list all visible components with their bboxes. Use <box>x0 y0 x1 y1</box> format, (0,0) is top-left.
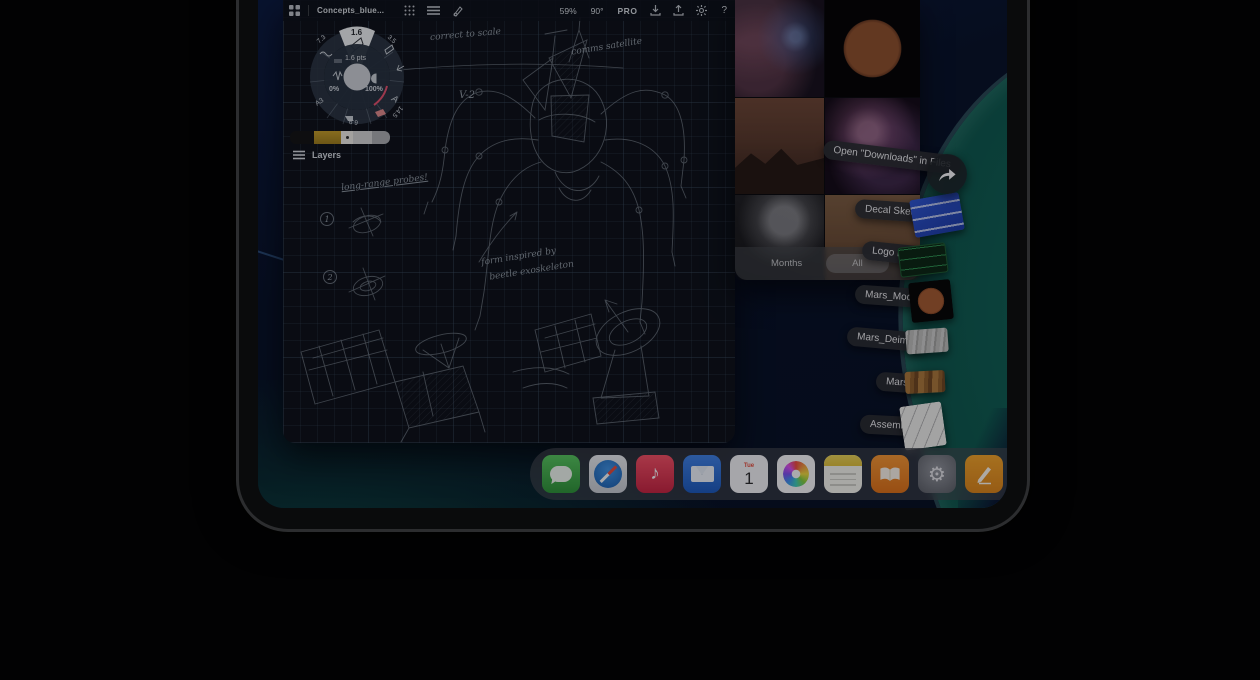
export-icon[interactable] <box>673 5 684 16</box>
dock-app-books[interactable] <box>871 455 909 493</box>
notes-lines-icon <box>824 466 862 493</box>
gallery-grid-icon[interactable] <box>289 5 300 16</box>
selection-pen-icon[interactable] <box>452 5 464 17</box>
concepts-app-window: correct to scale comms satellite V-2 lon… <box>283 0 735 443</box>
swatch-active[interactable] <box>341 131 353 144</box>
concepts-toolbar: Concepts_blue... 59% 90° PRO <box>283 0 735 21</box>
swatch-black[interactable] <box>290 131 314 144</box>
messages-bubble-icon <box>550 466 572 482</box>
tool-wheel[interactable]: A A3 1.6 1.6 pts 0% 100% 7.3 3.5 14.5 6.… <box>305 24 409 128</box>
settings-gear-glyph: ⚙ <box>928 462 946 487</box>
dock-app-photos[interactable] <box>777 455 815 493</box>
swatch-lightgray[interactable] <box>353 131 372 144</box>
segment-months[interactable]: Months <box>757 254 816 273</box>
dock-app-safari[interactable] <box>589 455 627 493</box>
dock: ♪ Tue 1 ⚙ <box>530 448 1007 500</box>
dock-app-mail[interactable] <box>683 455 721 493</box>
import-icon[interactable] <box>650 5 661 16</box>
annotation-version: V-2 <box>459 90 475 101</box>
photos-flower-icon <box>783 461 809 487</box>
toolbar-divider <box>308 5 309 16</box>
layer-stack-icon[interactable] <box>427 5 440 16</box>
notes-header-icon <box>824 455 862 466</box>
screenshot-stage: correct to scale comms satellite V-2 lon… <box>0 0 1260 680</box>
dock-app-calendar[interactable]: Tue 1 <box>730 455 768 493</box>
color-palette-strip[interactable] <box>290 131 390 144</box>
help-button[interactable]: ? <box>721 5 727 16</box>
dock-app-music[interactable]: ♪ <box>636 455 674 493</box>
dock-app-messages[interactable] <box>542 455 580 493</box>
photo-thumbnail-mars-globe[interactable] <box>825 0 920 97</box>
share-forward-button[interactable] <box>927 154 967 194</box>
ring-value-bottom: 6.9 <box>349 117 359 125</box>
swatch-gold[interactable] <box>314 131 341 144</box>
opacity-max-label: 100% <box>365 86 383 93</box>
active-size-value: 1.6 <box>351 28 362 37</box>
dock-app-settings[interactable]: ⚙ <box>918 455 956 493</box>
zoom-level[interactable]: 59% <box>560 6 577 16</box>
music-note-icon: ♪ <box>650 463 660 485</box>
calendar-day: 1 <box>744 470 753 488</box>
photo-thumbnail-mars-landscape[interactable] <box>735 98 824 194</box>
photos-app-window: Months All <box>735 0 920 280</box>
mail-envelope-icon <box>691 466 714 482</box>
drag-thumb-mars-deimos[interactable] <box>905 328 949 355</box>
concepts-pen-icon <box>972 462 996 486</box>
ipad-screen: correct to scale comms satellite V-2 lon… <box>258 0 1007 508</box>
dock-app-notes[interactable] <box>824 455 862 493</box>
document-title[interactable]: Concepts_blue... <box>317 6 384 15</box>
layers-list-icon <box>293 150 305 160</box>
dock-app-concepts[interactable] <box>965 455 1003 493</box>
drag-thumb-mars-model[interactable] <box>908 279 954 323</box>
drag-thumb-logo-detail[interactable] <box>897 242 948 278</box>
books-open-book-icon <box>879 466 901 482</box>
size-pts-label: 1.6 pts <box>345 55 366 62</box>
photo-thumbnail-nebula[interactable] <box>735 0 824 97</box>
pro-badge[interactable]: PRO <box>618 6 638 16</box>
swatch-gray[interactable] <box>372 131 390 144</box>
drag-thumb-assembly[interactable] <box>899 401 947 450</box>
safari-compass-icon <box>594 460 622 488</box>
annotation-probe-1: 1 <box>320 212 334 226</box>
rotation-value[interactable]: 90° <box>591 6 604 16</box>
forward-arrow-icon <box>937 166 957 182</box>
drag-thumb-mars[interactable] <box>904 370 945 394</box>
opacity-min-label: 0% <box>329 86 339 93</box>
layers-button[interactable]: Layers <box>293 150 341 160</box>
precision-grid-icon[interactable] <box>404 5 415 16</box>
settings-gear-icon[interactable] <box>696 5 707 16</box>
layers-label: Layers <box>312 150 341 160</box>
annotation-probe-2: 2 <box>323 270 337 284</box>
